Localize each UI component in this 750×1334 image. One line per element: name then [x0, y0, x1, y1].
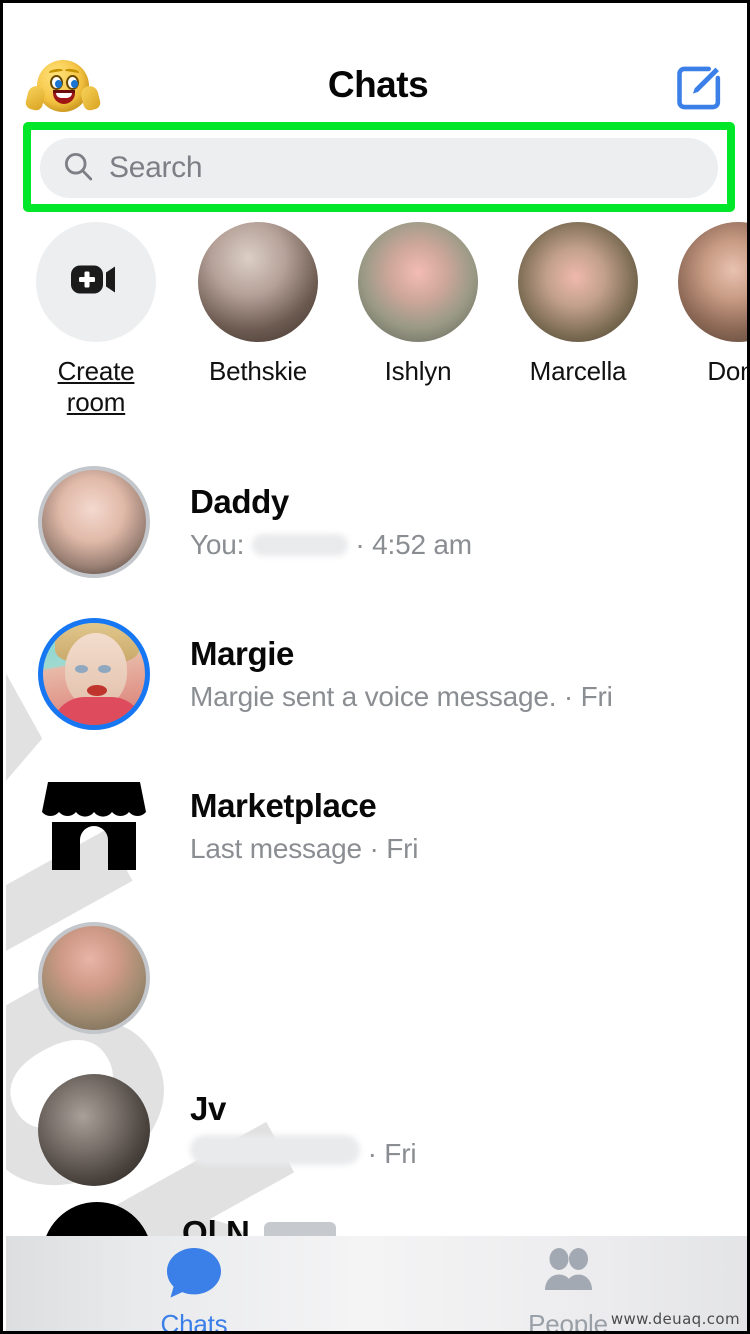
redacted-text-block: [190, 1135, 360, 1166]
chat-name: Jv: [190, 1089, 226, 1127]
table-row[interactable]: Jv · Fri: [6, 1054, 747, 1206]
table-row[interactable]: [6, 902, 747, 1054]
chat-snippet-suffix: · Fri: [367, 1138, 417, 1170]
story-label: Marcella: [529, 356, 627, 386]
chat-snippet: · Fri: [190, 1135, 417, 1170]
story-marcella[interactable]: Marcella: [498, 218, 658, 387]
chat-text-block: Margie Margie sent a voice message. · Fr…: [190, 635, 613, 713]
chat-snippet-suffix: · 4:52 am: [355, 528, 472, 560]
table-row[interactable]: Daddy You: · 4:52 am: [6, 446, 747, 598]
story-avatar: [678, 222, 747, 342]
story-avatar: [358, 222, 478, 342]
footer-watermark: www.deuaq.com: [610, 1310, 740, 1328]
story-create-room[interactable]: Create room: [16, 218, 176, 418]
create-room-bubble: [36, 222, 156, 342]
chat-name: Marketplace: [190, 787, 377, 825]
chat-name: Margie: [190, 635, 294, 673]
story-bethskie[interactable]: Bethskie: [178, 218, 338, 387]
story-avatar: [518, 222, 638, 342]
avatar: [38, 466, 150, 578]
story-donna[interactable]: Donn: [658, 218, 747, 387]
tab-label: Chats: [160, 1309, 228, 1334]
chat-text-block: Marketplace Last message · Fri: [190, 787, 418, 865]
chat-snippet: You: · 4:52 am: [190, 529, 472, 561]
table-row[interactable]: Marketplace Last message · Fri: [6, 750, 747, 902]
chat-snippet-prefix: You:: [190, 528, 245, 560]
search-placeholder-text: Search: [109, 151, 203, 184]
compose-icon: [677, 66, 721, 110]
phone-screenshot-frame: Alphr Chats Search Create room Bethskie …: [0, 0, 750, 1334]
chat-name: Daddy: [190, 483, 289, 521]
page-title: Chats: [327, 64, 429, 105]
chat-text-block: Daddy You: · 4:52 am: [190, 483, 472, 561]
avatar: [38, 922, 150, 1034]
table-row[interactable]: Margie Margie sent a voice message. · Fr…: [6, 598, 747, 750]
chat-snippet: Last message · Fri: [190, 832, 419, 864]
story-label: Bethskie: [208, 356, 308, 386]
stories-row[interactable]: Createroom Bethskie Ishlyn Marcella Donn: [6, 218, 747, 418]
story-label: Create room: [57, 356, 135, 417]
messenger-app-screen: Alphr Chats Search Create room Bethskie …: [6, 6, 747, 1334]
people-icon: [539, 1248, 597, 1304]
redacted-text-block: [251, 533, 348, 556]
chat-bubble-icon: [165, 1248, 223, 1304]
compose-new-message-button[interactable]: [673, 62, 725, 114]
story-label: Ishlyn: [384, 356, 452, 386]
search-icon: [61, 149, 95, 188]
app-header: Chats: [6, 6, 747, 124]
tab-chats[interactable]: Chats: [94, 1246, 294, 1334]
story-avatar: [198, 222, 318, 342]
search-input[interactable]: Search: [40, 138, 718, 198]
chat-text-block: Jv · Fri: [190, 1089, 417, 1171]
marketplace-storefront-icon: [38, 770, 150, 882]
chat-list: Daddy You: · 4:52 am Margie Margie sent …: [6, 446, 747, 1246]
avatar: [38, 1074, 150, 1186]
avatar: [38, 618, 150, 730]
story-ishlyn[interactable]: Ishlyn: [338, 218, 498, 387]
video-camera-plus-icon: [70, 262, 122, 303]
chat-snippet: Margie sent a voice message. · Fri: [190, 680, 613, 712]
story-label: Donn: [707, 356, 747, 386]
